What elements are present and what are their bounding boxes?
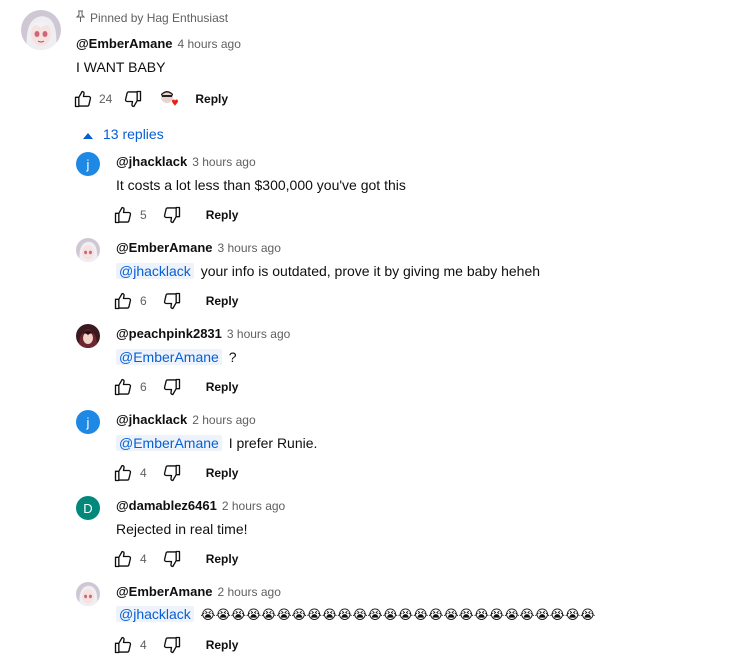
reply-button[interactable]: Reply xyxy=(195,92,228,106)
reply-header: @EmberAmane 2 hours ago xyxy=(116,584,281,599)
avatar[interactable] xyxy=(21,10,61,50)
thumbs-up-icon xyxy=(114,206,132,224)
like-count: 6 xyxy=(140,380,147,394)
avatar[interactable] xyxy=(76,582,100,606)
thumbs-down-icon xyxy=(163,378,180,396)
dislike-button[interactable] xyxy=(161,462,183,484)
author-name[interactable]: @jhacklack xyxy=(116,412,187,427)
like-count: 24 xyxy=(99,92,113,106)
timestamp[interactable]: 2 hours ago xyxy=(222,499,285,513)
like-button[interactable] xyxy=(112,376,134,398)
mention-link[interactable]: @jhacklack xyxy=(116,606,194,622)
avatar[interactable] xyxy=(76,238,100,262)
dislike-button[interactable] xyxy=(161,548,183,570)
like-count: 6 xyxy=(140,294,147,308)
reply-actions: 6 Reply xyxy=(112,376,238,398)
reply-button[interactable]: Reply xyxy=(206,466,239,480)
like-count: 4 xyxy=(140,466,147,480)
dislike-button[interactable] xyxy=(122,88,144,110)
reply-actions: 6 Reply xyxy=(112,290,238,312)
replies-count: 13 replies xyxy=(103,126,164,142)
reply-text: It costs a lot less than $300,000 you've… xyxy=(116,177,406,193)
dislike-button[interactable] xyxy=(161,376,183,398)
author-name[interactable]: @peachpink2831 xyxy=(116,326,222,341)
avatar[interactable]: D xyxy=(76,496,100,520)
dislike-button[interactable] xyxy=(161,204,183,226)
avatar[interactable] xyxy=(76,324,100,348)
reply-button[interactable]: Reply xyxy=(206,208,239,222)
reply-text: @jhacklack your info is outdated, prove … xyxy=(116,263,540,279)
timestamp[interactable]: 2 hours ago xyxy=(192,413,255,427)
like-button[interactable] xyxy=(112,204,134,226)
like-count: 4 xyxy=(140,552,147,566)
reply-text: @EmberAmane ? xyxy=(116,349,237,365)
author-name[interactable]: @EmberAmane xyxy=(76,36,172,51)
pin-icon xyxy=(75,10,86,25)
creator-heart-icon xyxy=(158,88,180,110)
thumbs-up-icon xyxy=(74,90,92,108)
thumbs-up-icon xyxy=(114,464,132,482)
dislike-button[interactable] xyxy=(161,290,183,312)
comment-text: I WANT BABY xyxy=(76,59,166,75)
reply-actions: 4 Reply xyxy=(112,462,238,484)
thumbs-down-icon xyxy=(125,90,142,108)
like-count: 4 xyxy=(140,638,147,652)
pinned-text: Pinned by Hag Enthusiast xyxy=(90,10,229,25)
reply-header: @jhacklack 3 hours ago xyxy=(116,154,256,169)
thumbs-up-icon xyxy=(114,550,132,568)
reply-actions: 4 Reply xyxy=(112,634,238,656)
reply-actions: 4 Reply xyxy=(112,548,238,570)
mention-link[interactable]: @EmberAmane xyxy=(116,435,222,451)
reply-text: @jhacklack 😭😭😭😭😭😭😭😭😭😭😭😭😭😭😭😭😭😭😭😭😭😭😭😭😭😭 xyxy=(116,606,595,623)
comment-actions: 24 Reply xyxy=(72,88,228,110)
timestamp[interactable]: 2 hours ago xyxy=(217,585,280,599)
pinned-label: Pinned by Hag Enthusiast xyxy=(75,10,229,25)
dislike-button[interactable] xyxy=(161,634,183,656)
reply-header: @jhacklack 2 hours ago xyxy=(116,412,256,427)
crying-emoji-row: 😭😭😭😭😭😭😭😭😭😭😭😭😭😭😭😭😭😭😭😭😭😭😭😭😭😭 xyxy=(200,607,596,622)
avatar[interactable]: j xyxy=(76,410,100,434)
mention-link[interactable]: @jhacklack xyxy=(116,263,194,279)
thumbs-down-icon xyxy=(163,206,180,224)
thumbs-down-icon xyxy=(163,292,180,310)
like-button[interactable] xyxy=(112,548,134,570)
like-button[interactable] xyxy=(72,88,94,110)
reply-button[interactable]: Reply xyxy=(206,638,239,652)
comment-header: @EmberAmane 4 hours ago xyxy=(76,36,241,51)
timestamp[interactable]: 3 hours ago xyxy=(227,327,290,341)
thumbs-up-icon xyxy=(114,636,132,654)
reply-button[interactable]: Reply xyxy=(206,294,239,308)
author-name[interactable]: @jhacklack xyxy=(116,154,187,169)
thumbs-down-icon xyxy=(163,464,180,482)
author-name[interactable]: @damablez6461 xyxy=(116,498,217,513)
like-button[interactable] xyxy=(112,634,134,656)
like-button[interactable] xyxy=(112,290,134,312)
timestamp[interactable]: 3 hours ago xyxy=(192,155,255,169)
reply-button[interactable]: Reply xyxy=(206,380,239,394)
reply-header: @damablez6461 2 hours ago xyxy=(116,498,285,513)
thumbs-up-icon xyxy=(114,378,132,396)
reply-header: @EmberAmane 3 hours ago xyxy=(116,240,281,255)
thumbs-up-icon xyxy=(114,292,132,310)
like-count: 5 xyxy=(140,208,147,222)
avatar[interactable]: j xyxy=(76,152,100,176)
caret-up-icon xyxy=(83,126,93,142)
author-name[interactable]: @EmberAmane xyxy=(116,584,212,599)
reply-header: @peachpink2831 3 hours ago xyxy=(116,326,290,341)
timestamp[interactable]: 4 hours ago xyxy=(177,37,240,51)
reply-text: Rejected in real time! xyxy=(116,521,248,537)
reply-text: @EmberAmane I prefer Runie. xyxy=(116,435,317,451)
like-button[interactable] xyxy=(112,462,134,484)
mention-link[interactable]: @EmberAmane xyxy=(116,349,222,365)
replies-toggle[interactable]: 13 replies xyxy=(83,126,164,142)
timestamp[interactable]: 3 hours ago xyxy=(217,241,280,255)
reply-actions: 5 Reply xyxy=(112,204,238,226)
thumbs-down-icon xyxy=(163,550,180,568)
thumbs-down-icon xyxy=(163,636,180,654)
author-name[interactable]: @EmberAmane xyxy=(116,240,212,255)
reply-button[interactable]: Reply xyxy=(206,552,239,566)
